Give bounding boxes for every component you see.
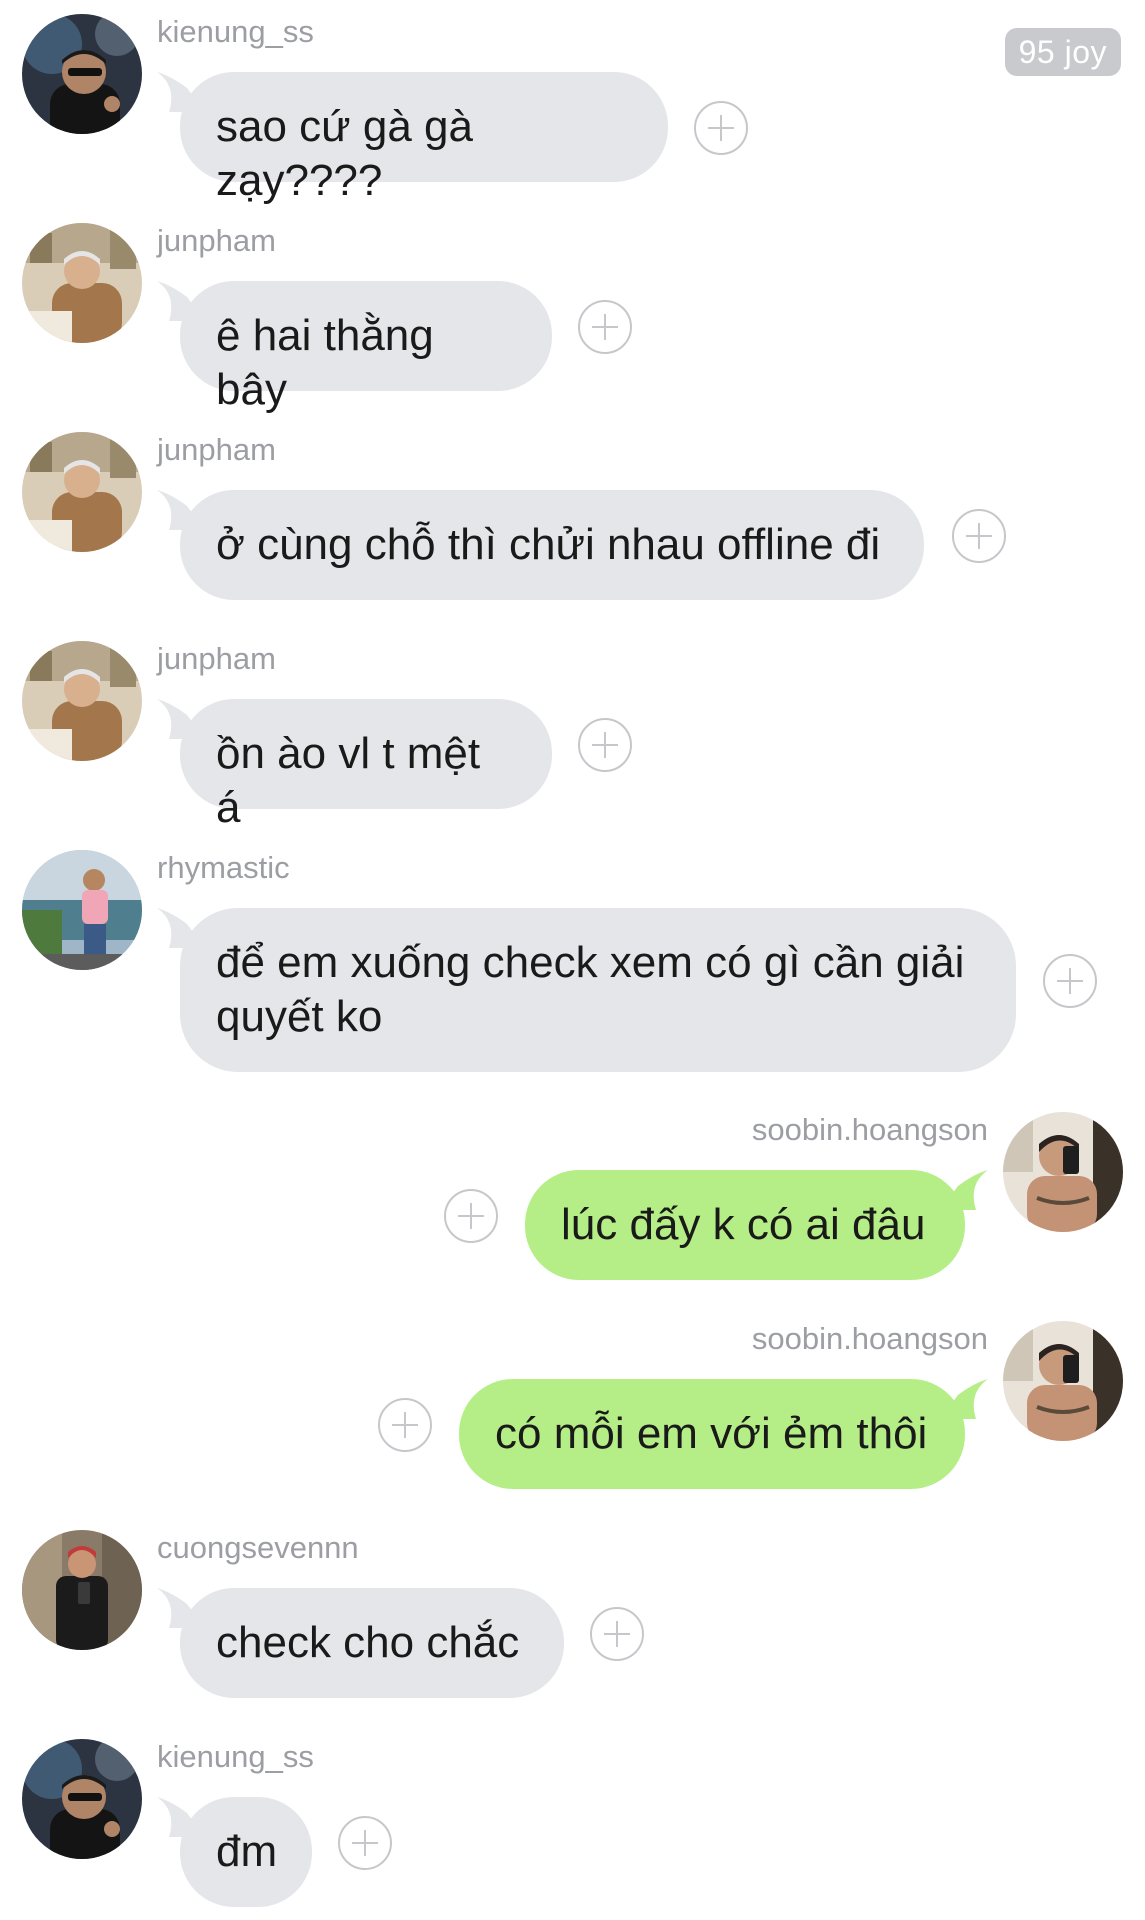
avatar-kienung[interactable] xyxy=(22,1739,142,1859)
message-line: quyết ko xyxy=(216,992,383,1041)
plus-circle-icon[interactable] xyxy=(694,101,748,155)
plus-circle-icon[interactable] xyxy=(444,1189,498,1243)
avatar-rhymastic[interactable] xyxy=(22,850,142,970)
message-bubble[interactable]: để em xuống check xem có gì cần giải quy… xyxy=(180,908,1016,1072)
avatar-soobin[interactable] xyxy=(1003,1321,1123,1441)
username[interactable]: junpham xyxy=(157,223,276,259)
username[interactable]: junpham xyxy=(157,432,276,468)
avatar-junpham[interactable] xyxy=(22,641,142,761)
message-bubble[interactable]: có mỗi em với ẻm thôi xyxy=(459,1379,965,1489)
plus-circle-icon[interactable] xyxy=(578,300,632,354)
message-bubble[interactable]: sao cứ gà gà zạy???? xyxy=(180,72,668,205)
plus-circle-icon[interactable] xyxy=(578,718,632,772)
username[interactable]: soobin.hoangson xyxy=(752,1321,988,1357)
avatar-kienung[interactable] xyxy=(22,14,142,134)
message-line: để em xuống check xem có gì cần giải xyxy=(216,938,965,987)
message-bubble[interactable]: lúc đấy k có ai đâu xyxy=(525,1170,965,1280)
username[interactable]: kienung_ss xyxy=(157,14,314,50)
message-bubble[interactable]: ồn ào vl t mệt á xyxy=(180,699,552,832)
username[interactable]: cuongsevennn xyxy=(157,1530,359,1566)
username[interactable]: kienung_ss xyxy=(157,1739,314,1775)
avatar-cuong[interactable] xyxy=(22,1530,142,1650)
username[interactable]: junpham xyxy=(157,641,276,677)
avatar-junpham[interactable] xyxy=(22,432,142,552)
username[interactable]: rhymastic xyxy=(157,850,290,886)
message-bubble[interactable]: check cho chắc xyxy=(180,1588,564,1698)
avatar-soobin[interactable] xyxy=(1003,1112,1123,1232)
plus-circle-icon[interactable] xyxy=(338,1816,392,1870)
username[interactable]: soobin.hoangson xyxy=(752,1112,988,1148)
avatar-junpham[interactable] xyxy=(22,223,142,343)
plus-circle-icon[interactable] xyxy=(1043,954,1097,1008)
message-bubble[interactable]: đm xyxy=(180,1797,312,1907)
message-bubble[interactable]: ở cùng chỗ thì chửi nhau offline đi xyxy=(180,490,924,600)
message-bubble[interactable]: ê hai thằng bây xyxy=(180,281,552,414)
chat-thread: 95 joy kienung_ss sao cứ gà gà zạy???? j… xyxy=(0,0,1145,1920)
plus-circle-icon[interactable] xyxy=(378,1398,432,1452)
joy-badge[interactable]: 95 joy xyxy=(1004,28,1121,76)
plus-circle-icon[interactable] xyxy=(952,509,1006,563)
plus-circle-icon[interactable] xyxy=(590,1607,644,1661)
